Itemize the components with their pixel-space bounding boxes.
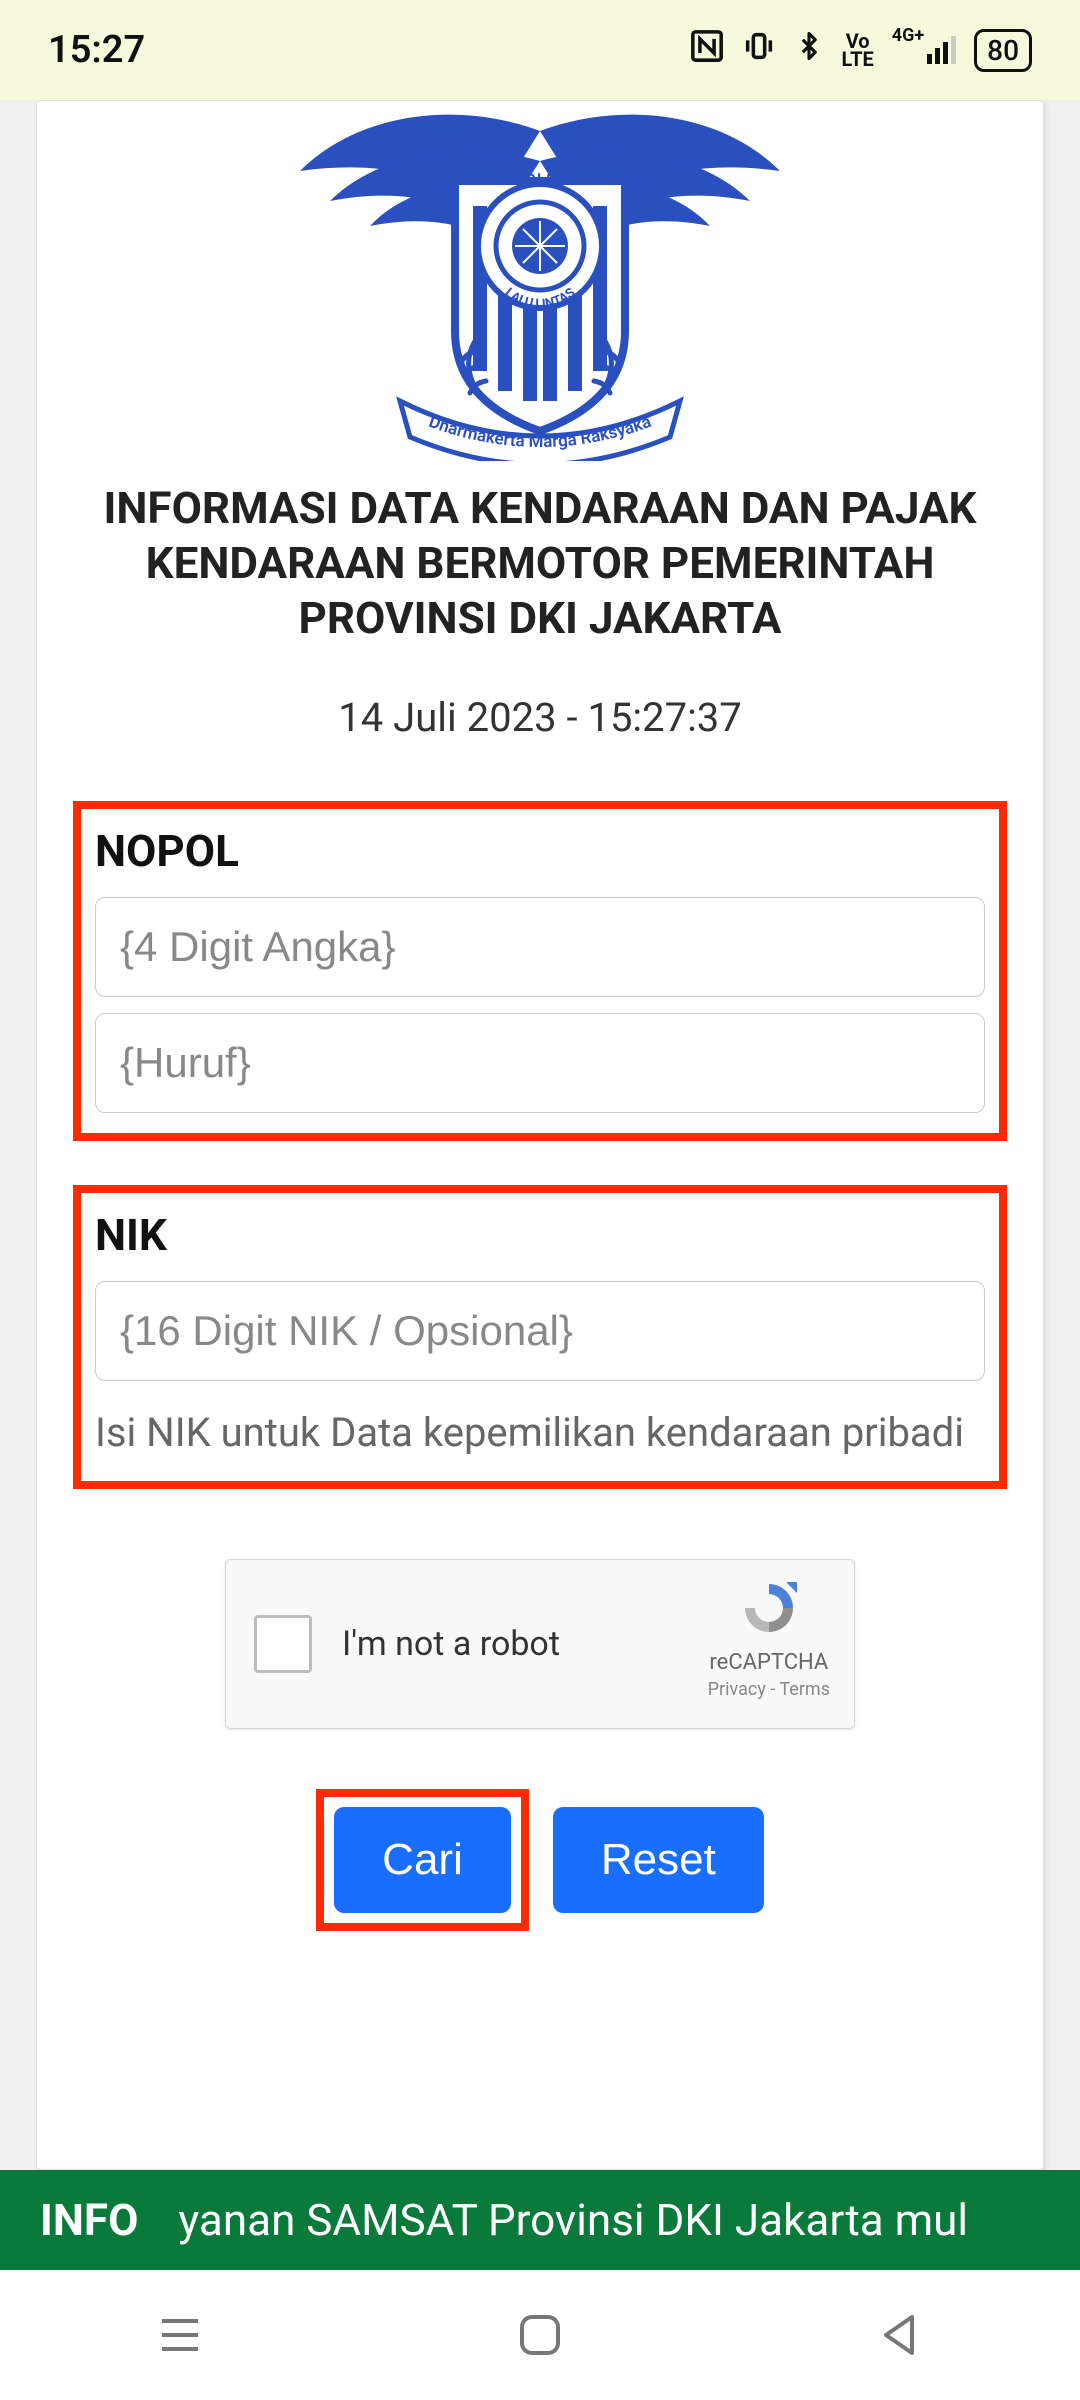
main-card: POLISI LALU LINTAS Dharmakerta Marga Rak…	[36, 100, 1044, 2170]
logo-container: POLISI LALU LINTAS Dharmakerta Marga Rak…	[73, 100, 1007, 461]
recaptcha-checkbox[interactable]	[254, 1615, 312, 1673]
reset-button[interactable]: Reset	[553, 1807, 764, 1913]
back-icon[interactable]	[872, 2307, 928, 2363]
nik-label: NIK	[95, 1209, 985, 1261]
status-icons: VoLTE 4G+ 80	[690, 28, 1032, 72]
nik-helper: Isi NIK untuk Data kepemilikan kendaraan…	[95, 1405, 985, 1461]
recaptcha-label: I'm not a robot	[342, 1624, 560, 1664]
vibrate-icon	[742, 29, 776, 71]
datetime-text: 14 Juli 2023 - 15:27:37	[73, 694, 1007, 741]
nfc-icon	[690, 29, 724, 71]
status-time: 15:27	[48, 28, 145, 72]
recent-apps-icon[interactable]	[152, 2307, 208, 2363]
police-logo: POLISI LALU LINTAS Dharmakerta Marga Rak…	[280, 100, 800, 461]
page-content: POLISI LALU LINTAS Dharmakerta Marga Rak…	[0, 100, 1080, 2170]
nopol-label: NOPOL	[95, 825, 985, 877]
button-row: Cari Reset	[73, 1789, 1007, 1931]
nopol-digits-input[interactable]	[95, 897, 985, 997]
recaptcha-brand-block: reCAPTCHA Privacy - Terms	[708, 1578, 830, 1700]
recaptcha-widget[interactable]: I'm not a robot reCAPTCHA Privacy - Term…	[225, 1559, 855, 1729]
system-nav-bar	[0, 2270, 1080, 2400]
home-icon[interactable]	[512, 2307, 568, 2363]
cari-button[interactable]: Cari	[334, 1807, 511, 1913]
page-title: INFORMASI DATA KENDARAAN DAN PAJAK KENDA…	[73, 481, 1007, 646]
recaptcha-brand: reCAPTCHA	[708, 1650, 830, 1675]
status-bar: 15:27 VoLTE 4G+ 80	[0, 0, 1080, 100]
nik-input[interactable]	[95, 1281, 985, 1381]
recaptcha-links[interactable]: Privacy - Terms	[708, 1679, 830, 1700]
battery-icon: 80	[974, 29, 1032, 72]
nik-section: NIK Isi NIK untuk Data kepemilikan kenda…	[73, 1185, 1007, 1489]
signal-icon: 4G+	[892, 36, 956, 64]
volte-icon: VoLTE	[842, 32, 874, 68]
bluetooth-icon	[794, 28, 824, 72]
nopol-letters-input[interactable]	[95, 1013, 985, 1113]
info-banner: INFO yanan SAMSAT Provinsi DKI Jakarta m…	[0, 2170, 1080, 2270]
info-label: INFO	[0, 2194, 178, 2246]
info-scroll-text: yanan SAMSAT Provinsi DKI Jakarta mul	[178, 2194, 968, 2246]
nopol-section: NOPOL	[73, 801, 1007, 1141]
recaptcha-icon	[739, 1578, 799, 1638]
cari-highlight: Cari	[316, 1789, 529, 1931]
